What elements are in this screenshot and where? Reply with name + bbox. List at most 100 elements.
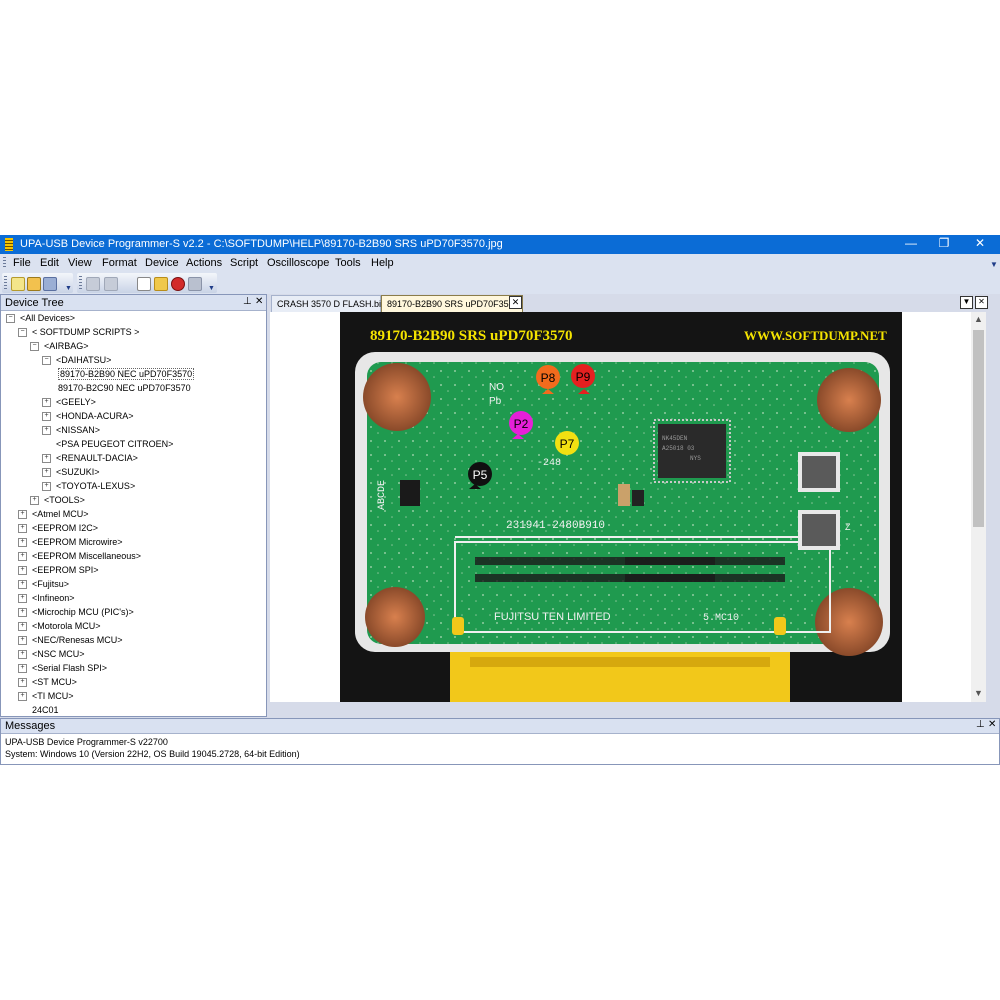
toolbar-overflow-icon[interactable]: ▼ bbox=[65, 285, 72, 292]
expand-icon[interactable]: + bbox=[30, 496, 39, 506]
tree-item[interactable]: + <TOYOTA-LEXUS> bbox=[42, 479, 135, 493]
tree-item[interactable]: + <NEC/Renesas MCU> bbox=[18, 633, 123, 647]
maximize-button[interactable]: ❐ bbox=[928, 235, 960, 254]
close-button[interactable]: ✕ bbox=[964, 235, 996, 254]
tree-item[interactable]: + <TI MCU> bbox=[18, 689, 74, 703]
expand-icon[interactable]: + bbox=[18, 608, 27, 618]
collapse-icon[interactable]: − bbox=[18, 328, 27, 338]
open-folder-icon[interactable] bbox=[27, 277, 41, 291]
tree-item[interactable]: + <ST MCU> bbox=[18, 675, 77, 689]
pin-icon[interactable]: ⊥ bbox=[243, 296, 252, 308]
expand-icon[interactable]: + bbox=[18, 566, 27, 576]
tree-item[interactable]: + <Microchip MCU (PIC's)> bbox=[18, 605, 134, 619]
settings-icon[interactable] bbox=[188, 277, 202, 291]
menu-device[interactable]: Device bbox=[145, 257, 179, 269]
collapse-icon[interactable]: − bbox=[6, 314, 15, 324]
toolbar-grip-icon[interactable] bbox=[79, 276, 82, 290]
tree-item[interactable]: + <RENAULT-DACIA> bbox=[42, 451, 138, 465]
tree-item[interactable]: + <NISSAN> bbox=[42, 423, 100, 437]
tree-item[interactable]: + <TOOLS> bbox=[30, 493, 85, 507]
messages-header: Messages ⊥ ✕ bbox=[1, 719, 999, 734]
tree-item[interactable]: + <Atmel MCU> bbox=[18, 507, 89, 521]
scroll-down-icon[interactable]: ▼ bbox=[971, 688, 986, 698]
tree-item[interactable]: + <Motorola MCU> bbox=[18, 619, 101, 633]
menu-actions[interactable]: Actions bbox=[186, 257, 222, 269]
tab-srs-image[interactable]: 89170-B2B90 SRS uPD70F3570 bbox=[381, 295, 523, 312]
menu-view[interactable]: View bbox=[68, 257, 92, 269]
tree-item[interactable]: + <EEPROM I2C> bbox=[18, 521, 98, 535]
tree-item[interactable]: + <Infineon> bbox=[18, 591, 75, 605]
minimize-button[interactable]: — bbox=[895, 235, 927, 254]
expand-icon[interactable]: + bbox=[18, 622, 27, 632]
expand-icon[interactable]: + bbox=[18, 678, 27, 688]
collapse-icon[interactable]: − bbox=[30, 342, 39, 352]
pin-marker-p7: P7 bbox=[555, 431, 579, 455]
toolbar-grip-icon[interactable] bbox=[4, 276, 7, 290]
menu-grip-icon[interactable] bbox=[3, 257, 6, 269]
tree-item[interactable]: − <DAIHATSU> bbox=[42, 353, 111, 367]
expand-icon[interactable]: + bbox=[18, 594, 27, 604]
tree-item[interactable]: + <SUZUKI> bbox=[42, 465, 100, 479]
expand-icon[interactable]: + bbox=[18, 580, 27, 590]
tab-crash-flash[interactable]: CRASH 3570 D FLASH.bin bbox=[271, 295, 386, 312]
close-icon[interactable]: ✕ bbox=[255, 296, 263, 308]
menu-format[interactable]: Format bbox=[102, 257, 137, 269]
tree-item[interactable]: 24C01 bbox=[18, 703, 59, 716]
expand-icon[interactable]: + bbox=[18, 650, 27, 660]
expand-icon[interactable]: + bbox=[18, 692, 27, 702]
expand-icon[interactable]: + bbox=[42, 398, 51, 408]
expand-icon[interactable]: + bbox=[42, 412, 51, 422]
expand-icon[interactable]: + bbox=[18, 664, 27, 674]
tree-item[interactable]: + <NSC MCU> bbox=[18, 647, 85, 661]
expand-icon[interactable]: + bbox=[42, 468, 51, 478]
debug-bug-icon[interactable] bbox=[171, 277, 185, 291]
tree-item[interactable]: <PSA PEUGEOT CITROEN> bbox=[42, 437, 173, 451]
read-device-icon[interactable] bbox=[86, 277, 100, 291]
scroll-up-icon[interactable]: ▲ bbox=[971, 314, 986, 324]
tree-item[interactable]: + <HONDA-ACURA> bbox=[42, 409, 134, 423]
expand-icon[interactable]: + bbox=[18, 552, 27, 562]
menu-script[interactable]: Script bbox=[230, 257, 258, 269]
tree-item[interactable]: + <EEPROM Microwire> bbox=[18, 535, 123, 549]
tree-item[interactable]: − <All Devices> bbox=[6, 311, 75, 325]
write-device-icon[interactable] bbox=[104, 277, 118, 291]
tree-item[interactable]: + <Fujitsu> bbox=[18, 577, 69, 591]
menu-oscilloscope[interactable]: Oscilloscope bbox=[267, 257, 329, 269]
expand-icon[interactable]: + bbox=[42, 482, 51, 492]
viewer-vertical-scrollbar[interactable]: ▲ ▼ bbox=[971, 312, 986, 702]
tree-item[interactable]: + <GEELY> bbox=[42, 395, 96, 409]
expand-icon[interactable]: + bbox=[18, 538, 27, 548]
expand-icon[interactable]: + bbox=[42, 454, 51, 464]
menu-overflow-icon[interactable]: ▼ bbox=[990, 260, 998, 270]
collapse-icon[interactable]: − bbox=[42, 356, 51, 366]
menu-tools[interactable]: Tools bbox=[335, 257, 361, 269]
tree-item[interactable]: + <Serial Flash SPI> bbox=[18, 661, 107, 675]
scroll-thumb[interactable] bbox=[973, 330, 984, 527]
tab-close-icon[interactable]: ✕ bbox=[509, 296, 522, 309]
tree-item[interactable]: 89170-B2B90 NEC uPD70F3570 bbox=[54, 367, 195, 381]
document-close-icon[interactable]: ✕ bbox=[975, 296, 988, 309]
expand-icon[interactable]: + bbox=[18, 636, 27, 646]
save-icon[interactable] bbox=[43, 277, 57, 291]
copy-icon[interactable] bbox=[154, 277, 168, 291]
edit-script-icon[interactable] bbox=[137, 277, 151, 291]
tab-list-dropdown-icon[interactable]: ▼ bbox=[960, 296, 973, 309]
menu-bar: File Edit View Format Device Actions Scr… bbox=[0, 254, 1000, 272]
expand-icon[interactable]: + bbox=[18, 510, 27, 520]
pin-icon[interactable]: ⊥ bbox=[976, 719, 985, 731]
toolbar-overflow-icon[interactable]: ▼ bbox=[208, 285, 215, 292]
menu-file[interactable]: File bbox=[13, 257, 31, 269]
tree-item[interactable]: + <EEPROM SPI> bbox=[18, 563, 99, 577]
tree-item[interactable]: 89170-B2C90 NEC uPD70F3570 bbox=[54, 381, 191, 395]
new-file-icon[interactable] bbox=[11, 277, 25, 291]
tree-item-label: <AIRBAG> bbox=[44, 341, 89, 351]
device-tree-header: Device Tree ⊥ ✕ bbox=[1, 295, 266, 311]
expand-icon[interactable]: + bbox=[42, 426, 51, 436]
tree-item[interactable]: − <AIRBAG> bbox=[30, 339, 89, 353]
tree-item[interactable]: + <EEPROM Miscellaneous> bbox=[18, 549, 141, 563]
tree-item[interactable]: − < SOFTDUMP SCRIPTS > bbox=[18, 325, 139, 339]
menu-help[interactable]: Help bbox=[371, 257, 394, 269]
close-icon[interactable]: ✕ bbox=[988, 719, 996, 731]
menu-edit[interactable]: Edit bbox=[40, 257, 59, 269]
expand-icon[interactable]: + bbox=[18, 524, 27, 534]
